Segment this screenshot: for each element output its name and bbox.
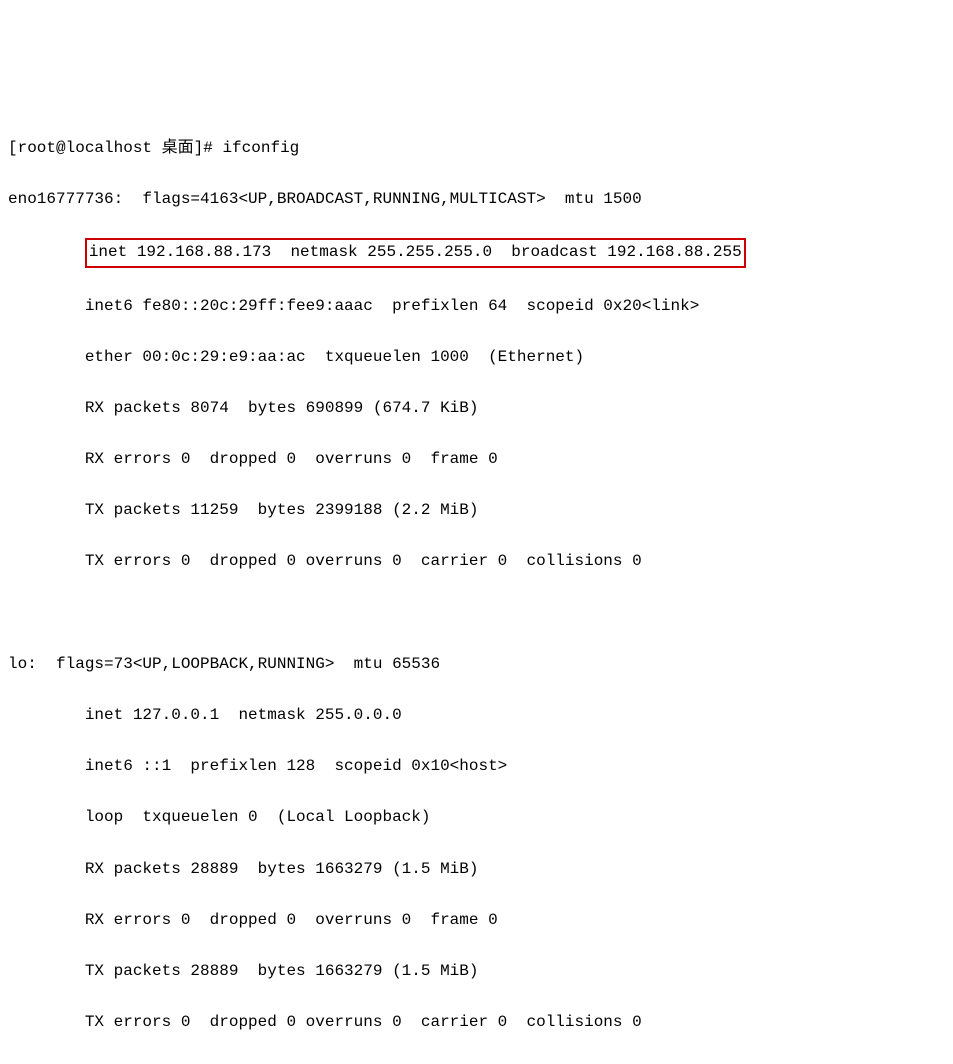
lo-tx-packets-line: TX packets 28889 bytes 1663279 (1.5 MiB): [8, 959, 945, 985]
eno-inet6-line: inet6 fe80::20c:29ff:fee9:aaac prefixlen…: [8, 294, 945, 320]
eno-ether-line: ether 00:0c:29:e9:aa:ac txqueuelen 1000 …: [8, 345, 945, 371]
prompt-command: ifconfig: [222, 139, 299, 157]
prompt-line: [root@localhost 桌面]# ifconfig: [8, 136, 945, 162]
eno-rx-errors-line: RX errors 0 dropped 0 overruns 0 frame 0: [8, 447, 945, 473]
eno-inet-line: inet 192.168.88.173 netmask 255.255.255.…: [8, 238, 945, 268]
eno-rx-packets-line: RX packets 8074 bytes 690899 (674.7 KiB): [8, 396, 945, 422]
blank-line: [8, 601, 945, 627]
eno-tx-errors-line: TX errors 0 dropped 0 overruns 0 carrier…: [8, 549, 945, 575]
eno-flags: flags=4163<UP,BROADCAST,RUNNING,MULTICAS…: [123, 190, 641, 208]
eno-interface-name: eno16777736:: [8, 190, 123, 208]
prompt-user-host: [root@localhost 桌面]#: [8, 139, 213, 157]
lo-inet6-line: inet6 ::1 prefixlen 128 scopeid 0x10<hos…: [8, 754, 945, 780]
highlighted-inet-box: inet 192.168.88.173 netmask 255.255.255.…: [85, 238, 746, 268]
lo-inet-line: inet 127.0.0.1 netmask 255.0.0.0: [8, 703, 945, 729]
eno-tx-packets-line: TX packets 11259 bytes 2399188 (2.2 MiB): [8, 498, 945, 524]
lo-rx-packets-line: RX packets 28889 bytes 1663279 (1.5 MiB): [8, 857, 945, 883]
terminal-output: [root@localhost 桌面]# ifconfig eno1677773…: [8, 110, 945, 1061]
eno-inet-text: inet 192.168.88.173 netmask 255.255.255.…: [89, 243, 742, 261]
lo-loop-line: loop txqueuelen 0 (Local Loopback): [8, 805, 945, 831]
eno-header-line: eno16777736: flags=4163<UP,BROADCAST,RUN…: [8, 187, 945, 213]
lo-tx-errors-line: TX errors 0 dropped 0 overruns 0 carrier…: [8, 1010, 945, 1036]
lo-header-line: lo: flags=73<UP,LOOPBACK,RUNNING> mtu 65…: [8, 652, 945, 678]
lo-rx-errors-line: RX errors 0 dropped 0 overruns 0 frame 0: [8, 908, 945, 934]
